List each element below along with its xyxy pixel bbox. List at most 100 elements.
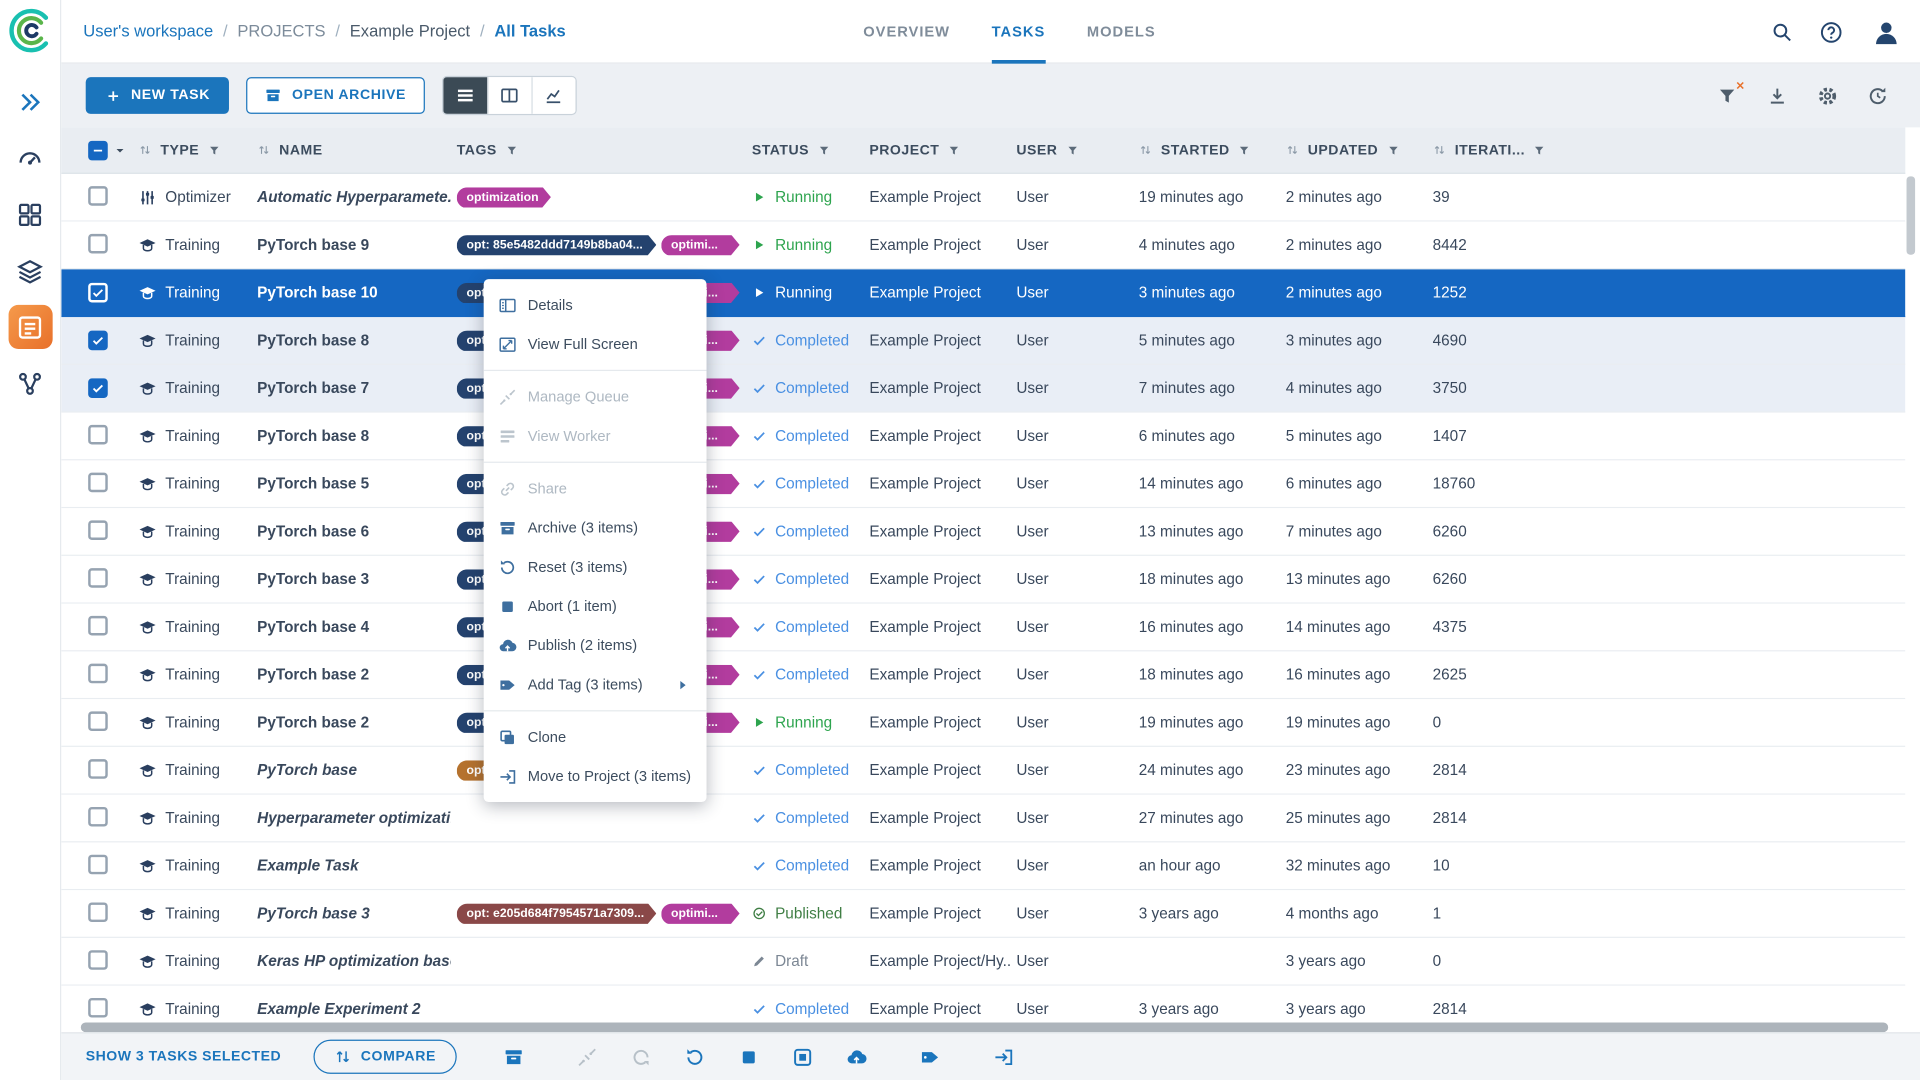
clearml-logo[interactable] (6, 6, 55, 55)
row-checkbox[interactable] (88, 233, 108, 253)
row-checkbox[interactable] (88, 377, 108, 398)
tag-chip[interactable]: opt: 85e5482ddd7149b8ba04... (457, 234, 657, 255)
menu-item-abort[interactable]: Abort (1 item) (484, 587, 707, 626)
split-view-button[interactable] (486, 77, 531, 114)
table-view-button[interactable] (442, 77, 487, 114)
row-checkbox[interactable] (88, 615, 108, 635)
task-row[interactable]: TrainingPyTorch base 3opt: ...optimi...C… (61, 555, 1906, 604)
row-checkbox[interactable] (88, 567, 108, 588)
row-checkbox[interactable] (88, 710, 108, 731)
archive-button[interactable] (496, 1040, 530, 1074)
task-row[interactable]: TrainingPyTorch baseopt: ...CompletedExa… (61, 746, 1906, 795)
filter-icon[interactable] (1238, 144, 1250, 156)
filter-icon[interactable] (505, 144, 517, 156)
vertical-scrollbar-thumb[interactable] (1906, 176, 1916, 255)
filter-icon[interactable] (818, 144, 830, 156)
tag-chip[interactable]: optimization (457, 187, 551, 208)
sidebar-item-projects[interactable] (8, 192, 52, 236)
column-header-iterations[interactable]: ITERATI... (1427, 143, 1549, 157)
sidebar-item-dashboard[interactable] (8, 136, 52, 180)
row-checkbox[interactable] (88, 854, 108, 874)
compare-button[interactable]: COMPARE (313, 1039, 457, 1074)
reset-button[interactable] (677, 1040, 711, 1074)
filter-icon[interactable] (948, 144, 960, 156)
help-button[interactable] (1820, 20, 1843, 43)
task-row[interactable]: TrainingPyTorch base 8opt: ...optimi...C… (61, 412, 1906, 461)
task-row[interactable]: Training Example Experiment 2 Completed Exa… (61, 985, 1906, 1023)
column-header-started[interactable]: STARTED (1133, 143, 1280, 157)
selection-menu-caret-icon[interactable] (113, 143, 128, 158)
task-row[interactable]: TrainingPyTorch base 2opt: ...optimi...C… (61, 651, 1906, 700)
settings-button[interactable] (1817, 85, 1838, 106)
filter-icon[interactable] (1534, 144, 1546, 156)
sidebar-item-pipelines[interactable] (8, 361, 52, 405)
abort-all-children-button[interactable] (785, 1040, 819, 1074)
task-row[interactable]: TrainingPyTorch base 8opt: ...optimi...C… (61, 317, 1906, 365)
task-row[interactable]: Training Keras HP optimization base Draft E… (61, 937, 1906, 986)
breadcrumb-projects[interactable]: PROJECTS (237, 22, 325, 40)
breadcrumb-current[interactable]: All Tasks (494, 22, 565, 40)
row-checkbox[interactable] (88, 519, 108, 540)
add-tag-button[interactable] (912, 1040, 946, 1074)
tab-overview[interactable]: OVERVIEW (863, 0, 950, 64)
row-checkbox[interactable] (88, 997, 108, 1017)
row-checkbox[interactable] (88, 282, 108, 302)
task-row[interactable]: Training PyTorch base 9 opt: 85e5482ddd714… (61, 221, 1906, 270)
task-row[interactable]: TrainingPyTorch base 7opt: ...optimi...C… (61, 364, 1906, 413)
sidebar-item-experiments[interactable] (7, 304, 53, 349)
select-all-header[interactable] (61, 140, 132, 160)
menu-item-view-full-screen[interactable]: View Full Screen (484, 324, 707, 363)
task-row[interactable]: Training Example Task Completed Example Pro… (61, 842, 1906, 891)
menu-item-details[interactable]: Details (484, 285, 707, 324)
tab-tasks[interactable]: TASKS (991, 0, 1046, 64)
row-checkbox[interactable] (88, 424, 108, 444)
task-row[interactable]: Training Hyperparameter optimizati... Comp… (61, 794, 1906, 843)
filter-icon[interactable] (1387, 144, 1399, 156)
horizontal-scrollbar-thumb[interactable] (80, 1022, 1889, 1033)
menu-item-clone[interactable]: Clone (484, 718, 707, 757)
filter-icon[interactable] (1066, 144, 1078, 156)
menu-item-archive[interactable]: Archive (3 items) (484, 508, 707, 547)
task-row[interactable]: Training PyTorch base 3 opt: e205d684f7954… (61, 890, 1906, 938)
abort-button[interactable] (731, 1040, 765, 1074)
task-row[interactable]: TrainingPyTorch base 6opt: ...optimi...C… (61, 508, 1906, 556)
tab-models[interactable]: MODELS (1087, 0, 1156, 64)
sidebar-item-expand[interactable] (8, 80, 52, 124)
row-checkbox[interactable] (88, 472, 108, 492)
open-archive-button[interactable]: OPEN ARCHIVE (246, 77, 425, 114)
breadcrumb-workspace[interactable]: User's workspace (83, 22, 213, 40)
column-header-name[interactable]: NAME (251, 143, 451, 157)
task-row[interactable]: TrainingPyTorch base 10opt: ...optimi...… (61, 269, 1906, 318)
filter-icon[interactable] (208, 144, 220, 156)
menu-item-publish[interactable]: Publish (2 items) (484, 626, 707, 665)
row-checkbox[interactable] (88, 806, 108, 826)
show-selected-link[interactable]: SHOW 3 TASKS SELECTED (86, 1049, 281, 1064)
row-checkbox[interactable] (88, 758, 108, 779)
menu-item-add-tag[interactable]: Add Tag (3 items) (484, 665, 707, 704)
menu-item-reset[interactable]: Reset (3 items) (484, 547, 707, 586)
sidebar-item-datasets[interactable] (8, 249, 52, 293)
menu-item-move-to-project[interactable]: Move to Project (3 items) (484, 757, 707, 796)
column-header-user[interactable]: USER (1010, 143, 1132, 157)
column-header-type[interactable]: TYPE (132, 143, 251, 157)
publish-button[interactable] (839, 1040, 873, 1074)
select-all-checkbox[interactable] (88, 140, 108, 160)
task-row[interactable]: TrainingPyTorch base 5opt: ...optimi...C… (61, 460, 1906, 509)
column-header-project[interactable]: PROJECT (863, 143, 1010, 157)
column-header-updated[interactable]: UPDATED (1280, 143, 1427, 157)
profile-button[interactable] (1870, 15, 1903, 48)
new-task-button[interactable]: NEW TASK (85, 77, 230, 114)
search-button[interactable] (1771, 21, 1793, 43)
task-row[interactable]: TrainingPyTorch base 4opt: ...optimi...C… (61, 603, 1906, 652)
auto-refresh-button[interactable] (1867, 85, 1888, 106)
row-checkbox[interactable] (88, 949, 108, 970)
row-checkbox[interactable] (88, 185, 108, 206)
move-to-project-button[interactable] (986, 1040, 1020, 1074)
filter-reset-button[interactable]: ✕ (1717, 79, 1745, 106)
download-button[interactable] (1767, 85, 1788, 106)
task-row[interactable]: TrainingPyTorch base 2opt: ...optimi...R… (61, 699, 1906, 747)
row-checkbox[interactable] (88, 329, 108, 350)
row-checkbox[interactable] (88, 663, 108, 683)
breadcrumb-project[interactable]: Example Project (350, 22, 470, 40)
column-header-status[interactable]: STATUS (746, 143, 864, 157)
